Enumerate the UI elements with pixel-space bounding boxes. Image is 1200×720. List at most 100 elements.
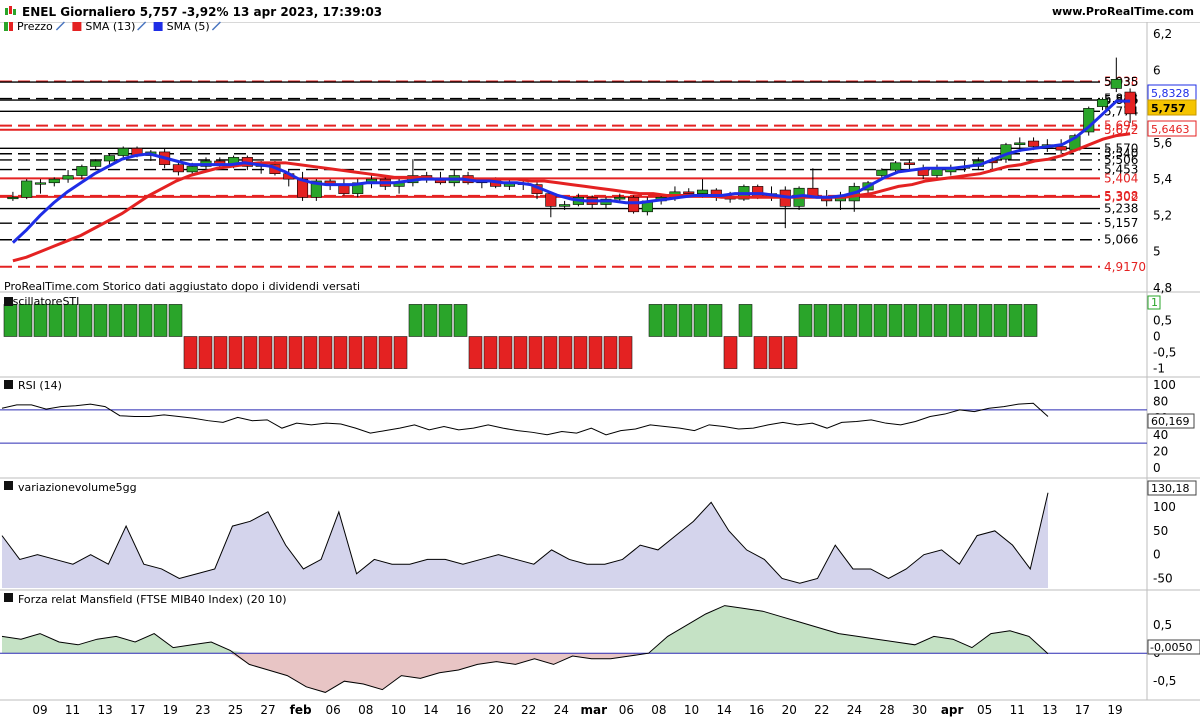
sti-bar — [723, 336, 738, 369]
x-tick-label: apr — [941, 703, 964, 717]
wrench-icon — [55, 21, 65, 31]
sti-y-tick: 0 — [1153, 330, 1161, 344]
x-tick-label: 10 — [684, 703, 699, 717]
sti-bar — [798, 304, 813, 337]
sti-bar — [3, 304, 18, 337]
sti-bar — [783, 336, 798, 369]
sti-bar — [363, 336, 378, 369]
candle-body — [7, 196, 19, 200]
candle-body — [752, 186, 764, 198]
x-tick-label: 13 — [98, 703, 113, 717]
sti-bar — [813, 304, 828, 337]
rsi-y-tick: 0 — [1153, 461, 1161, 475]
x-tick-label: 08 — [358, 703, 373, 717]
sti-bar — [738, 304, 753, 337]
sti-bar — [303, 336, 318, 369]
chart-canvas[interactable]: 6,265,85,65,45,254,85,9385,9355,8445,836… — [0, 0, 1200, 720]
sti-bar — [168, 304, 183, 337]
candle-body — [76, 166, 88, 176]
sti-bar — [768, 336, 783, 369]
legend-label-0: Prezzo — [17, 20, 53, 33]
x-tick-label: 17 — [130, 703, 145, 717]
candle-body — [1028, 140, 1040, 147]
sti-bar — [18, 304, 33, 337]
rsi-line — [1, 402, 1049, 436]
legend-label-2: SMA (5) — [167, 20, 210, 33]
sti-y-tick: -0,5 — [1153, 346, 1176, 360]
sti-bar — [123, 304, 138, 337]
sti-y-tick: -1 — [1153, 362, 1165, 376]
sti-bar — [903, 304, 918, 337]
mansfield-negative-area — [2, 653, 1048, 693]
candle-body — [21, 180, 33, 198]
last-price-tag: 5,757 — [1151, 102, 1186, 115]
candle-body — [34, 182, 47, 185]
x-tick-label: 14 — [716, 703, 731, 717]
candle-body — [117, 148, 129, 156]
sma5-tag: 5,8328 — [1151, 87, 1190, 100]
x-tick-label: 24 — [847, 703, 862, 717]
candle-body — [1014, 142, 1026, 145]
sti-tag: 1 — [1151, 296, 1158, 309]
sti-bar — [378, 336, 393, 369]
sti-bar — [408, 304, 423, 337]
sti-bar — [333, 336, 348, 369]
sti-bar — [513, 336, 528, 369]
sti-bar — [318, 336, 333, 369]
sti-bar — [423, 304, 438, 337]
price-candle-icon — [4, 22, 8, 31]
candle-body — [696, 189, 709, 194]
candle-body — [172, 164, 184, 173]
x-tick-label: 11 — [65, 703, 80, 717]
sti-bar — [108, 304, 123, 337]
volume-y-tick: -50 — [1153, 571, 1173, 585]
x-tick-label: 19 — [163, 703, 178, 717]
price-y-tick: 6 — [1153, 63, 1161, 77]
sti-bar — [198, 336, 213, 369]
price-y-tick: 5,2 — [1153, 208, 1172, 222]
candle-body — [876, 169, 888, 176]
price-y-tick: 4,8 — [1153, 281, 1172, 295]
sti-bar — [873, 304, 888, 337]
sti-bar — [498, 336, 513, 369]
level-label: 5,238 — [1104, 202, 1138, 216]
sti-bar — [453, 304, 468, 337]
sti-y-tick: 0,5 — [1153, 313, 1172, 327]
x-tick-label: 10 — [391, 703, 406, 717]
x-tick-label: 16 — [749, 703, 764, 717]
sti-bar — [93, 304, 108, 337]
rsi-swatch-icon — [4, 380, 13, 389]
sti-bar — [918, 304, 933, 337]
sma13-swatch-icon — [72, 22, 82, 31]
sti-bar — [1023, 304, 1038, 337]
x-tick-label: mar — [581, 703, 608, 717]
sti-bar — [438, 304, 453, 337]
candle-body — [683, 191, 695, 194]
x-tick-label: 28 — [879, 703, 894, 717]
sti-bar — [618, 336, 633, 369]
sti-bar — [693, 304, 708, 337]
candle-body — [62, 175, 74, 180]
x-tick-label: 19 — [1107, 703, 1122, 717]
x-tick-label: 05 — [977, 703, 992, 717]
candle-body — [103, 155, 115, 162]
sti-bar — [78, 304, 93, 337]
x-tick-label: 25 — [228, 703, 243, 717]
price-candle-icon — [9, 22, 13, 31]
mansfield-positive-area — [2, 605, 1048, 654]
sti-bar — [183, 336, 198, 369]
x-tick-label: feb — [290, 703, 312, 717]
sti-bar — [678, 304, 693, 337]
sti-bar — [543, 336, 558, 369]
candle-body — [559, 204, 571, 207]
sti-bar — [348, 336, 363, 369]
level-label: 5,066 — [1104, 233, 1138, 247]
candle-body — [48, 178, 60, 184]
candle-body — [890, 162, 902, 171]
level-label: 4,9170 — [1104, 260, 1146, 274]
rsi-y-tick: 20 — [1153, 444, 1168, 458]
candle-body — [628, 196, 640, 213]
candle-body — [614, 196, 626, 200]
sti-bar — [963, 304, 978, 337]
volume-swatch-icon — [4, 481, 13, 490]
